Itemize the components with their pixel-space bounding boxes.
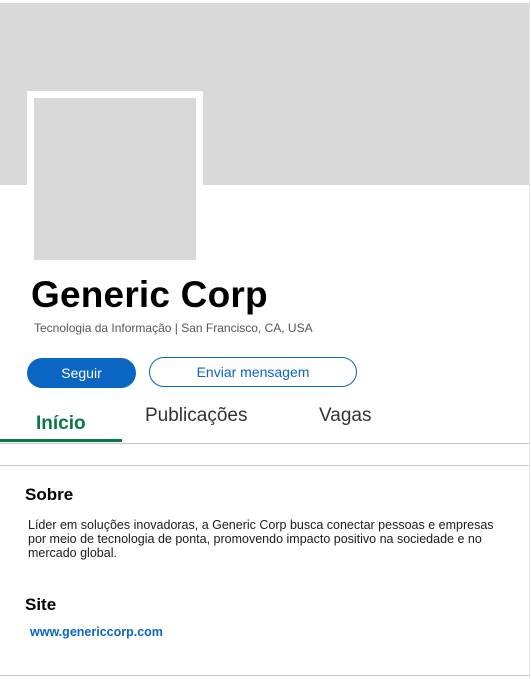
company-tagline: Tecnologia da Informação | San Francisco…	[34, 321, 313, 335]
active-tab-indicator	[0, 439, 122, 442]
about-title: Sobre	[25, 485, 74, 504]
tab-inicio[interactable]: Início	[36, 413, 86, 449]
tab-bar: Início Publicações Vagas	[0, 405, 529, 444]
site-title: Site	[25, 595, 57, 614]
section-divider	[0, 465, 529, 466]
send-message-button[interactable]: Enviar mensagem	[149, 357, 357, 387]
about-text: Líder em soluções inovadoras, a Generic …	[28, 518, 494, 560]
company-name: Generic Corp	[31, 274, 268, 315]
company-page: Generic Corp Tecnologia da Informação | …	[0, 0, 530, 679]
follow-button[interactable]: Seguir	[27, 358, 136, 388]
bottom-divider	[0, 675, 529, 676]
tab-vagas[interactable]: Vagas	[319, 405, 371, 441]
website-link[interactable]: www.genericcorp.com	[30, 625, 163, 639]
tab-publicacoes[interactable]: Publicações	[145, 405, 247, 441]
company-logo-frame	[27, 91, 203, 266]
company-logo	[34, 98, 196, 260]
